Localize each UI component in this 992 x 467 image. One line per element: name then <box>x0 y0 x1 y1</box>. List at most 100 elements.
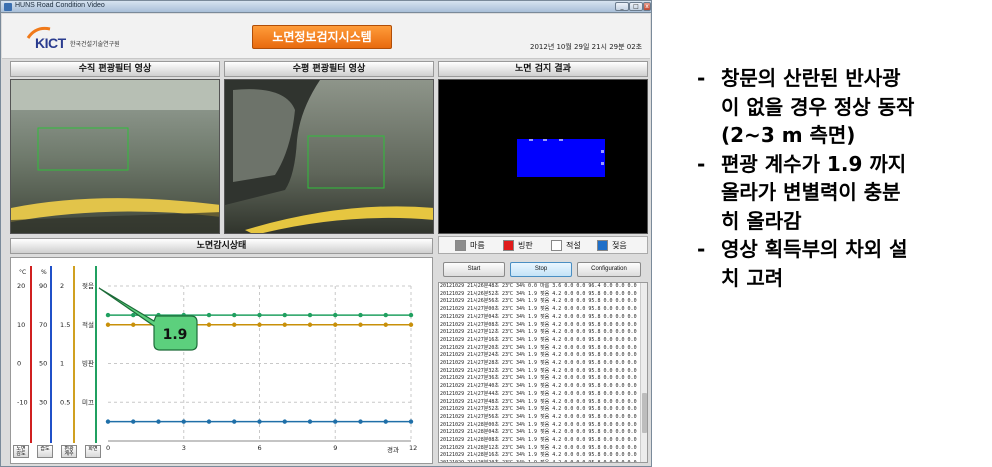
org-name: 한국건설기술연구원 <box>70 41 120 48</box>
log-line: 20121029 21시27분04초 23℃ 34% 1.9 젖음 4.2 0.… <box>440 313 637 320</box>
data-point <box>206 322 212 327</box>
data-point <box>333 322 338 327</box>
axis-tick-label: 10 <box>17 321 25 329</box>
horizontal-filter-video <box>224 79 434 234</box>
data-point <box>408 322 414 327</box>
legend-label: 적설 <box>566 241 581 250</box>
data-point <box>282 419 287 424</box>
close-button[interactable]: x <box>643 2 651 11</box>
data-point <box>181 419 186 424</box>
detection-log[interactable]: 20121029 21시26분48초 23℃ 34% 0.0 마름 3.6 0.… <box>438 282 648 463</box>
axis-unit: % <box>41 269 47 276</box>
axis-tick-label: 2 <box>60 282 64 290</box>
data-point <box>282 322 287 327</box>
x-tick-label: 0 <box>106 444 110 452</box>
data-point <box>232 322 237 327</box>
axis-tick-label: -10 <box>17 398 28 406</box>
horizontal-filter-header: 수평 편광필터 영상 <box>224 61 434 77</box>
data-point <box>408 419 414 424</box>
title-bar[interactable]: HUNS Road Condition Video _ □ x <box>1 1 651 13</box>
axis-tick-label: 1.5 <box>60 321 70 329</box>
data-point <box>232 312 237 318</box>
note-item: - 편광 계수가 1.9 까지 올라가 변별력이 충분 히 올라감 <box>697 150 987 236</box>
note-item: - 영상 획득부의 차외 설 치 고려 <box>697 235 987 292</box>
x-tick-label: 6 <box>258 444 262 452</box>
log-line: 20121029 21시27분56초 23℃ 34% 1.9 젖음 4.2 0.… <box>440 413 637 420</box>
data-point <box>282 312 287 318</box>
x-tick-label: 12 <box>409 444 417 452</box>
log-line: 20121029 21시28분08초 23℃ 34% 1.9 젖음 4.2 0.… <box>440 437 637 444</box>
log-line: 20121029 21시28분04초 23℃ 34% 1.9 젖음 4.2 0.… <box>440 429 637 436</box>
data-point <box>358 322 363 327</box>
log-line: 20121029 21시27분44초 23℃ 34% 1.9 젖음 4.2 0.… <box>440 390 637 397</box>
log-lines: 20121029 21시26분48초 23℃ 34% 0.0 마름 3.6 0.… <box>439 283 647 462</box>
x-tick-label: 9 <box>333 444 337 452</box>
axis-tick-label: 1 <box>60 360 64 368</box>
note-item: - 창문의 산란된 반사광 이 없을 경우 정상 동작 (2~3 m 측면) <box>697 64 987 150</box>
log-line: 20121029 21시28분20초 23℃ 34% 1.9 젖음 4.2 0.… <box>439 460 647 462</box>
data-point <box>307 322 313 327</box>
note-bullet: - <box>697 151 706 176</box>
data-point <box>383 419 388 424</box>
sensitivity-button[interactable]: 노면 감도 <box>13 445 29 458</box>
axis-tick-label: 20 <box>17 282 25 290</box>
data-point <box>383 322 388 327</box>
detection-result-header: 노면 검지 결과 <box>438 61 648 77</box>
data-point <box>257 322 262 327</box>
app-window: HUNS Road Condition Video _ □ x KICT 한국건… <box>0 0 652 467</box>
monitoring-chart: °C% 20 10 0 -10 90 70 50 30 2 1.5 1 0.5 젖음 적설 빙판 미끄 0 3 6 9 1… <box>10 257 433 464</box>
data-point <box>105 312 111 318</box>
note-bullet: - <box>697 237 706 261</box>
window-title: HUNS Road Condition Video <box>15 2 105 9</box>
data-point <box>358 312 363 318</box>
data-point <box>333 312 338 318</box>
log-line: 20121029 21시27분52초 23℃ 34% 1.9 젖음 4.2 0.… <box>440 406 637 413</box>
detection-map <box>517 139 605 177</box>
data-point <box>307 419 313 424</box>
axis-tick-label: 적설 <box>82 321 94 329</box>
log-line: 20121029 21시27분40초 23℃ 34% 1.9 젖음 4.2 0.… <box>440 383 637 390</box>
data-point <box>131 312 136 318</box>
app-icon <box>4 3 12 11</box>
screen-button[interactable]: 화면 <box>85 445 101 458</box>
data-point <box>156 419 161 424</box>
callout-value: 1.9 <box>163 327 188 343</box>
note-bullet: - <box>697 66 706 90</box>
log-scrollbar[interactable] <box>640 283 647 462</box>
system-title: 노면정보검지시스템 <box>252 25 392 49</box>
log-line: 20121029 21시27분36초 23℃ 34% 1.9 젖음 4.2 0.… <box>440 375 637 382</box>
legend-swatch <box>597 240 608 251</box>
legend-swatch <box>455 240 466 251</box>
axis-tick-label: 70 <box>39 321 47 329</box>
note-text: 영상 획득부의 차외 설 치 고려 <box>721 237 908 290</box>
minimize-button[interactable]: _ <box>615 2 629 11</box>
data-point <box>408 312 414 318</box>
axis-tick-label: 50 <box>39 360 47 368</box>
note-text: 편광 계수가 1.9 까지 올라가 변별력이 충분 히 올라감 <box>721 151 907 233</box>
legend-label: 빙판 <box>518 241 533 250</box>
polarization-button[interactable]: 편광 계수 <box>61 445 77 458</box>
log-line: 20121029 21시27분12초 23℃ 34% 1.9 젖음 4.2 0.… <box>440 329 637 336</box>
data-point <box>131 419 136 424</box>
data-point <box>333 419 338 424</box>
maximize-button[interactable]: □ <box>629 2 643 11</box>
log-line: 20121029 21시26분48초 23℃ 34% 0.0 마름 3.6 0.… <box>440 283 637 289</box>
scrollbar-thumb[interactable] <box>642 393 647 433</box>
humidity-button[interactable]: 습도 <box>37 445 53 458</box>
vertical-filter-header: 수직 편광필터 영상 <box>10 61 220 77</box>
notes-list: - 창문의 산란된 반사광 이 없을 경우 정상 동작 (2~3 m 측면) -편… <box>697 64 987 292</box>
stop-button[interactable]: Stop <box>510 262 572 277</box>
data-point <box>257 312 262 318</box>
start-button[interactable]: Start <box>443 262 505 277</box>
axis-tick-label: 젖음 <box>82 282 94 290</box>
log-line: 20121029 21시26분56초 23℃ 34% 1.9 젖음 4.2 0.… <box>440 298 637 305</box>
axis-unit: °C <box>19 269 26 276</box>
surface-legend: 마름 빙판 적설 젖음 <box>438 236 648 254</box>
legend-swatch <box>551 240 562 251</box>
app-header: KICT 한국건설기술연구원 노면정보검지시스템 2012년 10월 29일 2… <box>2 14 650 59</box>
configuration-button[interactable]: Configuration <box>577 262 641 277</box>
axis-tick-label: 90 <box>39 282 47 290</box>
vertical-filter-video <box>10 79 220 234</box>
legend-swatch <box>503 240 514 251</box>
legend-label: 마름 <box>470 241 485 250</box>
